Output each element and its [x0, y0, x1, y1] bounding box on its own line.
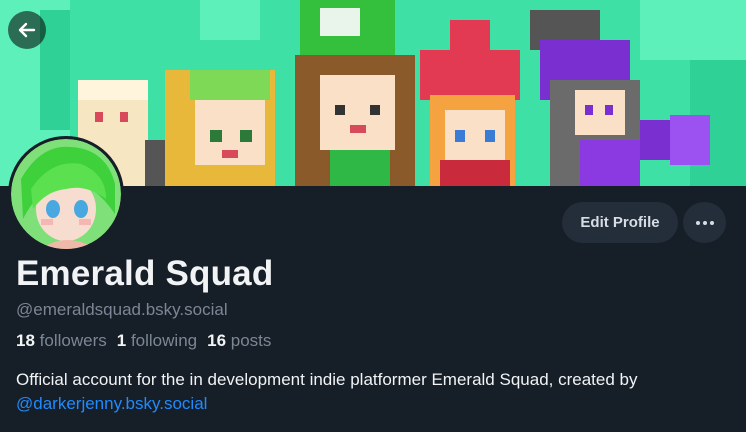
posts-count: 16 [207, 331, 227, 350]
following-count: 1 [116, 331, 127, 350]
following-link[interactable]: 1 following [117, 331, 197, 351]
more-options-button[interactable] [683, 202, 726, 243]
followers-link[interactable]: 18 followers [16, 331, 107, 351]
posts-label: posts [230, 331, 272, 350]
bio-mention-link[interactable]: @darkerjenny.bsky.social [16, 394, 207, 413]
profile-stats: 18 followers 1 following 16 posts [16, 331, 271, 351]
bio-text: Official account for the in development … [16, 370, 638, 389]
followers-label: followers [39, 331, 107, 350]
back-button[interactable] [8, 11, 46, 49]
display-name: Emerald Squad [16, 254, 274, 293]
followers-count: 18 [16, 331, 35, 350]
posts-stat: 16 posts [207, 331, 271, 351]
avatar-image [11, 139, 121, 249]
edit-profile-button[interactable]: Edit Profile [562, 202, 678, 243]
profile-bio: Official account for the in development … [16, 368, 736, 416]
arrow-left-icon [18, 22, 36, 38]
ellipsis-icon [695, 220, 714, 225]
profile-handle: @emeraldsquad.bsky.social [16, 300, 228, 319]
avatar[interactable] [8, 136, 124, 252]
following-label: following [130, 331, 198, 350]
